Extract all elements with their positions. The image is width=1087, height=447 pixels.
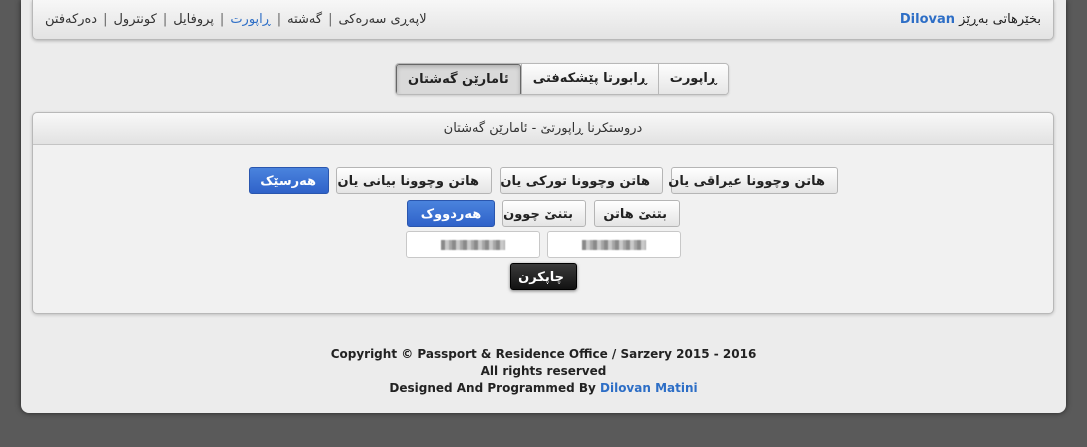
panel-title: دروستکرنا ڕاپورتێ - ئامارێن گەشتان bbox=[33, 113, 1053, 145]
nav-profile[interactable]: پروفایل bbox=[173, 12, 214, 27]
entry-only-button[interactable]: بتنێ هاتن bbox=[594, 200, 680, 227]
author-link[interactable]: Dilovan Matini bbox=[600, 381, 698, 395]
print-button[interactable]: چاپکرن bbox=[510, 263, 577, 290]
iraqi-travel-button[interactable]: هاتن وچوونا عیراقی یان bbox=[668, 167, 838, 194]
nav-separator: | bbox=[219, 12, 225, 27]
exit-only-button[interactable]: بتنێ چوون bbox=[502, 200, 586, 227]
nav-separator: | bbox=[328, 12, 333, 27]
credits-line: Designed And Programmed By Dilovan Matin… bbox=[21, 380, 1066, 397]
turkish-travel-button[interactable]: هاتن وچوونا تورکی یان bbox=[500, 167, 663, 194]
rights-text: All rights reserved bbox=[480, 364, 607, 378]
date-to-input[interactable] bbox=[406, 231, 540, 258]
foreign-travel-button[interactable]: هاتن وچوونا بیانی یان bbox=[336, 167, 492, 194]
tab-report[interactable]: ڕاپورت bbox=[657, 64, 728, 94]
nav-report[interactable]: ڕاپورت bbox=[230, 12, 270, 27]
tab-advanced-report[interactable]: ڕابورتا پێشکەفتی bbox=[520, 64, 658, 94]
nav-separator: | bbox=[103, 12, 108, 27]
page-container: بخێرهاتی بەڕێز Dilovan لاپەڕی سەرەکی | گەش… bbox=[21, 0, 1066, 413]
report-tabs: ڕاپورت ڕابورتا پێشکەفتی ئامارێن گەشتان bbox=[395, 63, 729, 95]
footer: Copyright © Passport & Residence Office … bbox=[21, 346, 1066, 397]
nav-trips[interactable]: گەشتە bbox=[287, 12, 322, 27]
tab-trip-statistics[interactable]: ئامارێن گەشتان bbox=[396, 64, 521, 94]
redacted-date bbox=[441, 240, 505, 250]
both-button[interactable]: هەردووک bbox=[407, 200, 495, 227]
credits-prefix: Designed And Programmed By bbox=[389, 381, 596, 395]
redacted-date bbox=[582, 240, 646, 250]
all-three-button[interactable]: هەرسێک bbox=[249, 167, 329, 194]
welcome-message: بخێرهاتی بەڕێز Dilovan bbox=[900, 12, 1041, 27]
copyright-text: Copyright © Passport & Residence Office … bbox=[330, 347, 757, 361]
nav-links: لاپەڕی سەرەکی | گەشتە | ڕاپورت | پروفایل | کونتر… bbox=[45, 12, 427, 27]
report-panel: دروستکرنا ڕاپورتێ - ئامارێن گەشتان هاتن … bbox=[32, 112, 1054, 314]
nav-logout[interactable]: دەرکەفتن bbox=[45, 12, 97, 27]
welcome-prefix: بخێرهاتی بەڕێز bbox=[959, 12, 1041, 27]
username[interactable]: Dilovan bbox=[900, 12, 955, 27]
date-from-input[interactable] bbox=[547, 231, 681, 258]
nav-control[interactable]: کونترول bbox=[113, 12, 156, 27]
nav-separator: | bbox=[162, 12, 168, 27]
nav-home[interactable]: لاپەڕی سەرەکی bbox=[338, 12, 426, 27]
top-navbar: بخێرهاتی بەڕێز Dilovan لاپەڕی سەرەکی | گەش… bbox=[32, 0, 1054, 40]
nav-separator: | bbox=[276, 12, 282, 27]
